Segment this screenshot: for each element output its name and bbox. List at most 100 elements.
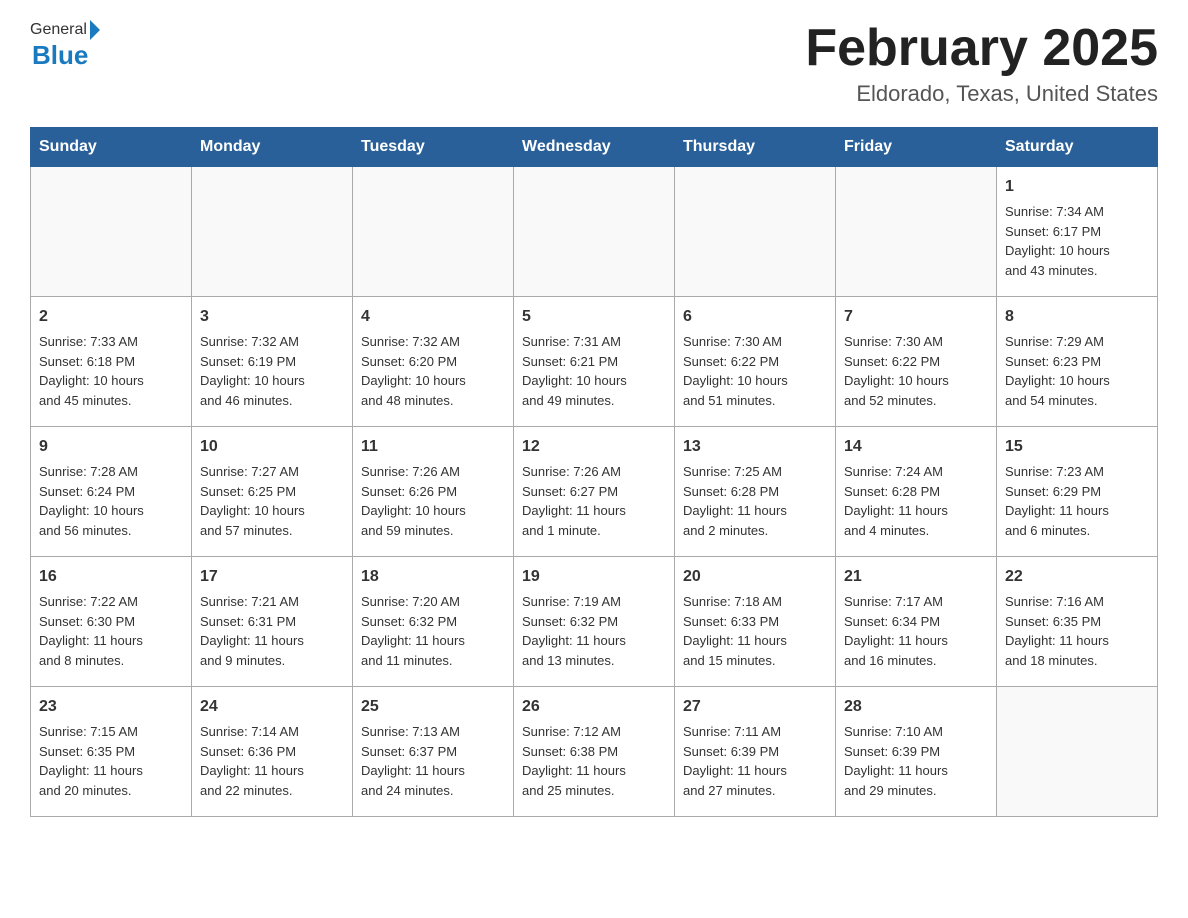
day-info: Sunrise: 7:34 AMSunset: 6:17 PMDaylight:… <box>1005 202 1149 280</box>
page-header: General Blue February 2025 Eldorado, Tex… <box>30 20 1158 107</box>
day-number: 1 <box>1005 175 1149 199</box>
calendar-body: 1 Sunrise: 7:34 AMSunset: 6:17 PMDaylight… <box>31 167 1158 817</box>
logo: General Blue <box>30 20 103 71</box>
day-info: Sunrise: 7:33 AMSunset: 6:18 PMDaylight:… <box>39 332 183 410</box>
calendar-day-cell: 26 Sunrise: 7:12 AMSunset: 6:38 PMDayligh… <box>514 687 675 817</box>
day-info: Sunrise: 7:21 AMSunset: 6:31 PMDaylight:… <box>200 592 344 670</box>
day-number: 14 <box>844 435 988 459</box>
day-info: Sunrise: 7:32 AMSunset: 6:20 PMDaylight:… <box>361 332 505 410</box>
calendar-day-cell: 11 Sunrise: 7:26 AMSunset: 6:26 PMDayligh… <box>353 427 514 557</box>
calendar-day-cell <box>514 167 675 297</box>
day-number: 17 <box>200 565 344 589</box>
calendar-week-row: 23 Sunrise: 7:15 AMSunset: 6:35 PMDayligh… <box>31 687 1158 817</box>
calendar-subtitle: Eldorado, Texas, United States <box>805 81 1158 107</box>
calendar-day-cell: 10 Sunrise: 7:27 AMSunset: 6:25 PMDayligh… <box>192 427 353 557</box>
day-info: Sunrise: 7:10 AMSunset: 6:39 PMDaylight:… <box>844 722 988 800</box>
day-info: Sunrise: 7:12 AMSunset: 6:38 PMDaylight:… <box>522 722 666 800</box>
day-info: Sunrise: 7:14 AMSunset: 6:36 PMDaylight:… <box>200 722 344 800</box>
day-number: 7 <box>844 305 988 329</box>
calendar-week-row: 16 Sunrise: 7:22 AMSunset: 6:30 PMDayligh… <box>31 557 1158 687</box>
day-info: Sunrise: 7:18 AMSunset: 6:33 PMDaylight:… <box>683 592 827 670</box>
calendar-day-cell <box>353 167 514 297</box>
calendar-day-cell: 23 Sunrise: 7:15 AMSunset: 6:35 PMDayligh… <box>31 687 192 817</box>
calendar-week-row: 2 Sunrise: 7:33 AMSunset: 6:18 PMDaylight… <box>31 297 1158 427</box>
day-number: 22 <box>1005 565 1149 589</box>
calendar-day-cell: 24 Sunrise: 7:14 AMSunset: 6:36 PMDayligh… <box>192 687 353 817</box>
day-number: 4 <box>361 305 505 329</box>
logo-general-text: General <box>30 21 87 39</box>
calendar-day-cell <box>675 167 836 297</box>
day-info: Sunrise: 7:24 AMSunset: 6:28 PMDaylight:… <box>844 462 988 540</box>
day-number: 18 <box>361 565 505 589</box>
calendar-day-cell: 14 Sunrise: 7:24 AMSunset: 6:28 PMDayligh… <box>836 427 997 557</box>
weekday-header-saturday: Saturday <box>997 128 1158 167</box>
day-number: 28 <box>844 695 988 719</box>
weekday-header-row: SundayMondayTuesdayWednesdayThursdayFrid… <box>31 128 1158 167</box>
day-info: Sunrise: 7:13 AMSunset: 6:37 PMDaylight:… <box>361 722 505 800</box>
day-info: Sunrise: 7:17 AMSunset: 6:34 PMDaylight:… <box>844 592 988 670</box>
calendar-day-cell: 18Sunrise: 7:20 AMSunset: 6:32 PMDayligh… <box>353 557 514 687</box>
weekday-header-monday: Monday <box>192 128 353 167</box>
day-info: Sunrise: 7:32 AMSunset: 6:19 PMDaylight:… <box>200 332 344 410</box>
day-number: 24 <box>200 695 344 719</box>
calendar-day-cell: 15 Sunrise: 7:23 AMSunset: 6:29 PMDayligh… <box>997 427 1158 557</box>
day-number: 12 <box>522 435 666 459</box>
day-number: 9 <box>39 435 183 459</box>
calendar-day-cell <box>997 687 1158 817</box>
day-info: Sunrise: 7:19 AMSunset: 6:32 PMDaylight:… <box>522 592 666 670</box>
day-number: 13 <box>683 435 827 459</box>
calendar-day-cell: 25 Sunrise: 7:13 AMSunset: 6:37 PMDayligh… <box>353 687 514 817</box>
calendar-day-cell: 2 Sunrise: 7:33 AMSunset: 6:18 PMDaylight… <box>31 297 192 427</box>
day-info: Sunrise: 7:23 AMSunset: 6:29 PMDaylight:… <box>1005 462 1149 540</box>
day-number: 5 <box>522 305 666 329</box>
day-info: Sunrise: 7:29 AMSunset: 6:23 PMDaylight:… <box>1005 332 1149 410</box>
day-info: Sunrise: 7:11 AMSunset: 6:39 PMDaylight:… <box>683 722 827 800</box>
calendar-week-row: 1 Sunrise: 7:34 AMSunset: 6:17 PMDaylight… <box>31 167 1158 297</box>
day-number: 23 <box>39 695 183 719</box>
calendar-day-cell: 21 Sunrise: 7:17 AMSunset: 6:34 PMDayligh… <box>836 557 997 687</box>
calendar-day-cell: 7Sunrise: 7:30 AMSunset: 6:22 PMDaylight… <box>836 297 997 427</box>
calendar-header: SundayMondayTuesdayWednesdayThursdayFrid… <box>31 128 1158 167</box>
calendar-day-cell: 4 Sunrise: 7:32 AMSunset: 6:20 PMDaylight… <box>353 297 514 427</box>
logo-blue-text: Blue <box>30 40 88 71</box>
day-number: 6 <box>683 305 827 329</box>
calendar-day-cell: 13Sunrise: 7:25 AMSunset: 6:28 PMDayligh… <box>675 427 836 557</box>
day-number: 25 <box>361 695 505 719</box>
day-number: 26 <box>522 695 666 719</box>
calendar-day-cell: 17 Sunrise: 7:21 AMSunset: 6:31 PMDayligh… <box>192 557 353 687</box>
calendar-day-cell: 6Sunrise: 7:30 AMSunset: 6:22 PMDaylight… <box>675 297 836 427</box>
day-number: 2 <box>39 305 183 329</box>
calendar-day-cell <box>31 167 192 297</box>
day-info: Sunrise: 7:16 AMSunset: 6:35 PMDaylight:… <box>1005 592 1149 670</box>
day-number: 11 <box>361 435 505 459</box>
calendar-day-cell: 12 Sunrise: 7:26 AMSunset: 6:27 PMDayligh… <box>514 427 675 557</box>
day-info: Sunrise: 7:31 AMSunset: 6:21 PMDaylight:… <box>522 332 666 410</box>
day-info: Sunrise: 7:27 AMSunset: 6:25 PMDaylight:… <box>200 462 344 540</box>
day-info: Sunrise: 7:22 AMSunset: 6:30 PMDaylight:… <box>39 592 183 670</box>
calendar-day-cell: 9Sunrise: 7:28 AMSunset: 6:24 PMDaylight… <box>31 427 192 557</box>
calendar-day-cell <box>192 167 353 297</box>
calendar-day-cell: 16 Sunrise: 7:22 AMSunset: 6:30 PMDayligh… <box>31 557 192 687</box>
day-info: Sunrise: 7:26 AMSunset: 6:26 PMDaylight:… <box>361 462 505 540</box>
day-info: Sunrise: 7:15 AMSunset: 6:35 PMDaylight:… <box>39 722 183 800</box>
day-number: 10 <box>200 435 344 459</box>
logo-arrow-icon <box>90 20 100 40</box>
calendar-day-cell: 8Sunrise: 7:29 AMSunset: 6:23 PMDaylight… <box>997 297 1158 427</box>
calendar-day-cell: 22 Sunrise: 7:16 AMSunset: 6:35 PMDayligh… <box>997 557 1158 687</box>
calendar-day-cell: 28 Sunrise: 7:10 AMSunset: 6:39 PMDayligh… <box>836 687 997 817</box>
weekday-header-sunday: Sunday <box>31 128 192 167</box>
day-number: 16 <box>39 565 183 589</box>
day-number: 19 <box>522 565 666 589</box>
day-number: 27 <box>683 695 827 719</box>
title-block: February 2025 Eldorado, Texas, United St… <box>805 20 1158 107</box>
day-number: 3 <box>200 305 344 329</box>
calendar-week-row: 9Sunrise: 7:28 AMSunset: 6:24 PMDaylight… <box>31 427 1158 557</box>
weekday-header-friday: Friday <box>836 128 997 167</box>
calendar-day-cell <box>836 167 997 297</box>
weekday-header-wednesday: Wednesday <box>514 128 675 167</box>
day-number: 21 <box>844 565 988 589</box>
day-info: Sunrise: 7:26 AMSunset: 6:27 PMDaylight:… <box>522 462 666 540</box>
day-number: 15 <box>1005 435 1149 459</box>
calendar-day-cell: 20Sunrise: 7:18 AMSunset: 6:33 PMDayligh… <box>675 557 836 687</box>
weekday-header-thursday: Thursday <box>675 128 836 167</box>
